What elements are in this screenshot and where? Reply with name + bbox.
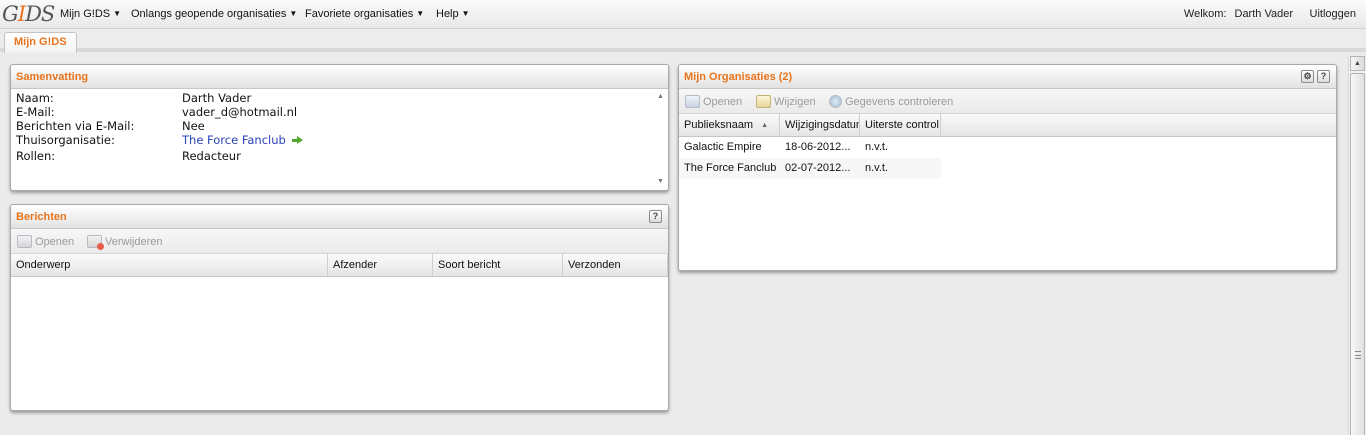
menu-help[interactable]: Help ▼ <box>436 8 470 20</box>
messages-toolbar: Openen Verwijderen <box>11 229 668 254</box>
column-header-sent[interactable]: Verzonden <box>563 254 668 276</box>
chevron-down-icon: ▼ <box>461 9 470 18</box>
summary-body: Naam: Darth Vader E-Mail: vader_d@hotmai… <box>11 89 668 190</box>
column-header-deadline[interactable]: Uiterste control <box>860 114 941 136</box>
summary-value-email: vader_d@hotmail.nl <box>182 105 298 119</box>
summary-label-roles: Rollen: <box>16 149 56 163</box>
panel-header: Mijn Organisaties (2) ⚙ ? <box>679 65 1336 89</box>
table-row[interactable]: Galactic Empire 18-06-2012... n.v.t. <box>679 137 941 158</box>
cell-public-name: The Force Fanclub <box>684 162 777 174</box>
home-organisation-label: The Force Fanclub <box>182 133 286 147</box>
button-label: Openen <box>703 96 743 108</box>
messages-grid-header: Onderwerp Afzender Soort bericht Verzond… <box>11 254 668 277</box>
scrollbar-thumb[interactable] <box>1350 73 1365 435</box>
menu-label: Favoriete organisaties <box>305 8 414 20</box>
messages-panel: Berichten ? Openen Verwijderen Onderwerp… <box>10 204 669 411</box>
help-icon[interactable]: ? <box>1317 70 1330 83</box>
button-label: Gegevens controleren <box>845 96 954 108</box>
summary-label-home-org: Thuisorganisatie: <box>16 133 115 147</box>
tab-strip: Mijn G!DS <box>0 29 1366 53</box>
help-icon[interactable]: ? <box>649 210 662 223</box>
envelope-delete-icon <box>87 235 104 250</box>
panel-header: Samenvatting <box>11 65 668 89</box>
chevron-down-icon: ▼ <box>289 9 298 18</box>
delete-message-button[interactable]: Verwijderen <box>87 235 163 250</box>
button-label: Openen <box>35 236 75 248</box>
logout-link[interactable]: Uitloggen <box>1310 8 1356 20</box>
scroll-up-icon[interactable]: ▲ <box>1350 56 1365 71</box>
column-label: Publieksnaam <box>684 119 754 131</box>
button-label: Verwijderen <box>105 236 163 248</box>
gids-logo[interactable]: GIDS <box>2 1 55 28</box>
summary-scrollbar[interactable]: ▲ ▼ <box>656 91 665 187</box>
column-header-subject[interactable]: Onderwerp <box>11 254 328 276</box>
menu-favourite-organisations[interactable]: Favoriete organisaties ▼ <box>305 8 424 20</box>
organisations-grid-body: Galactic Empire 18-06-2012... n.v.t. The… <box>679 137 1336 267</box>
summary-value-roles: Redacteur <box>182 149 241 163</box>
summary-value-name: Darth Vader <box>182 91 252 105</box>
menu-recent-organisations[interactable]: Onlangs geopende organisaties ▼ <box>131 8 297 20</box>
menu-mijn-gids[interactable]: Mijn G!DS ▼ <box>60 8 121 20</box>
home-organisation-link[interactable]: The Force Fanclub <box>182 133 303 147</box>
welcome-text: Welkom: Darth Vader <box>1184 8 1293 20</box>
envelope-icon <box>17 235 32 248</box>
cell-deadline: n.v.t. <box>865 141 889 153</box>
column-header-change-date[interactable]: Wijzigingsdatum <box>780 114 860 136</box>
summary-label-email-messages: Berichten via E-Mail: <box>16 119 135 133</box>
scroll-up-icon[interactable]: ▲ <box>656 93 665 100</box>
organisations-toolbar: Openen Wijzigen Gegevens controleren <box>679 89 1336 114</box>
summary-label-email: E-Mail: <box>16 105 55 119</box>
cell-change-date: 02-07-2012... <box>785 162 851 174</box>
summary-panel: Samenvatting Naam: Darth Vader E-Mail: v… <box>10 64 669 191</box>
organisations-grid-header: Publieksnaam ▲ Wijzigingsdatum Uiterste c… <box>679 114 1336 137</box>
messages-grid-body <box>11 277 668 407</box>
arrow-right-icon[interactable] <box>291 136 303 145</box>
gear-icon[interactable]: ⚙ <box>1301 70 1314 83</box>
chevron-down-icon: ▼ <box>416 9 425 18</box>
summary-value-email-messages: Nee <box>182 119 205 133</box>
user-name: Darth Vader <box>1234 8 1294 20</box>
panel-title: Samenvatting <box>16 71 89 83</box>
summary-label-name: Naam: <box>16 91 54 105</box>
open-organisation-button[interactable]: Openen <box>685 95 742 108</box>
sort-ascending-icon: ▲ <box>761 122 769 129</box>
column-header-public-name[interactable]: Publieksnaam ▲ <box>679 114 780 136</box>
menu-label: Mijn G!DS <box>60 8 111 20</box>
column-header-sender[interactable]: Afzender <box>328 254 433 276</box>
check-data-button[interactable]: Gegevens controleren <box>829 95 953 108</box>
refresh-check-icon <box>829 95 842 108</box>
cell-public-name: Galactic Empire <box>684 141 762 153</box>
menu-label: Help <box>436 8 459 20</box>
chevron-down-icon: ▼ <box>113 9 122 18</box>
button-label: Wijzigen <box>774 96 816 108</box>
menu-label: Onlangs geopende organisaties <box>131 8 287 20</box>
organisations-panel: Mijn Organisaties (2) ⚙ ? Openen Wijzige… <box>678 64 1337 271</box>
panel-header: Berichten ? <box>11 205 668 229</box>
column-header-message-type[interactable]: Soort bericht <box>433 254 563 276</box>
cell-deadline: n.v.t. <box>865 162 889 174</box>
grip-icon <box>1355 351 1361 359</box>
pencil-icon <box>756 95 771 108</box>
building-icon <box>685 95 700 108</box>
top-menu-bar: GIDS Mijn G!DS ▼ Onlangs geopende organis… <box>0 0 1366 29</box>
scroll-down-icon[interactable]: ▼ <box>656 178 665 185</box>
cell-change-date: 18-06-2012... <box>785 141 851 153</box>
tab-mijn-gids[interactable]: Mijn G!DS <box>4 32 77 53</box>
panel-title: Berichten <box>16 211 67 223</box>
open-message-button[interactable]: Openen <box>17 235 74 248</box>
page-scrollbar[interactable]: ▲ <box>1348 56 1366 435</box>
welcome-label: Welkom: <box>1183 8 1227 20</box>
table-row[interactable]: The Force Fanclub 02-07-2012... n.v.t. <box>679 158 941 179</box>
panel-title: Mijn Organisaties (2) <box>684 71 793 83</box>
edit-organisation-button[interactable]: Wijzigen <box>756 95 816 108</box>
